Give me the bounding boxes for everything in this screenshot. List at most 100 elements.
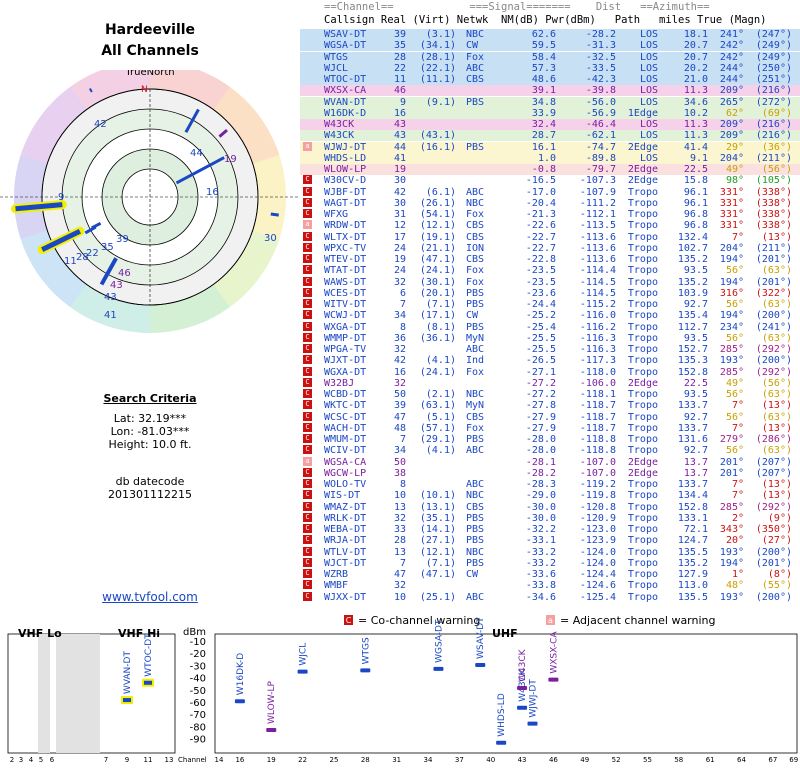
x-tick-label: 14 (215, 756, 224, 764)
cell-nm: -20.4 (525, 197, 556, 209)
cell-path: LOS (639, 74, 658, 85)
station-row[interactable]: C WJCT-DT 7 (7.1) PBS -33.2 -124.0 Tropo 135.2 19… (300, 557, 800, 569)
station-row[interactable]: W16DK-D 16 33.9 -56.9 1Edge 10.2 62° (69°) (300, 107, 800, 119)
co-channel-warning-icon: C (303, 434, 312, 443)
station-row[interactable]: C WTEV-DT 19 (47.1) CBS -22.8 -113.6 Tropo 135.2… (300, 254, 800, 265)
cell-tru: 7° (731, 231, 744, 243)
cell-virt: (4.1) (425, 355, 456, 367)
station-row[interactable]: WVAN-DT 9 (9.1) PBS 34.8 -56.0 LOS 34.6 265° (272… (300, 96, 800, 108)
station-row[interactable]: a WJWJ-DT 44 (16.1) PBS 16.1 -74.7 2Edge 41.4 29°… (300, 141, 800, 153)
station-row[interactable]: W43CK 43 (43.1) 28.7 -62.1 LOS 11.3 209° (216°) (300, 130, 800, 142)
station-row[interactable]: C WCES-DT 6 (20.1) PBS -23.6 -114.5 Tropo 103.9 3… (300, 287, 800, 299)
station-row[interactable]: C WMAZ-DT 13 (13.1) CBS -30.0 -120.8 Tropo 152.8… (300, 501, 800, 513)
x-tick-label: 46 (549, 756, 558, 764)
station-label: W43CK (518, 648, 528, 682)
station-row[interactable]: C WJXT-DT 42 (4.1) Ind -26.5 -117.3 Tropo 135.3 1… (300, 355, 800, 367)
cell-dist: 20.2 (683, 62, 708, 74)
station-row[interactable]: C WKTC-DT 39 (63.1) MyN -27.8 -118.7 Tropo 133.7… (300, 400, 800, 412)
station-row[interactable]: C WGXA-DT 16 (24.1) Fox -27.1 -118.0 Tropo 152.8… (300, 366, 800, 378)
station-row[interactable]: a WGSA-CA 50 -28.1 -107.0 2Edge 13.7 201° (207°) (300, 456, 800, 468)
station-row[interactable]: C WPGA-TV 32 ABC -25.5 -116.3 Tropo 152.7 285° (2… (300, 344, 800, 355)
station-row[interactable]: WGSA-DT 35 (34.1) CW 59.5 -31.3 LOS 20.7 242° (24… (300, 40, 800, 52)
cell-tru: 331° (719, 197, 744, 209)
cell-nm: -30.0 (525, 512, 556, 524)
station-row[interactable]: C WMBF 32 -33.8 -124.6 Tropo 113.0 48° (55°) (300, 580, 800, 592)
cell-dist: 135.3 (677, 355, 708, 367)
station-row[interactable]: WSAV-DT 39 (3.1) NBC 62.6 -28.2 LOS 18.1 241° (24… (300, 29, 800, 40)
station-row[interactable]: C WCSC-DT 47 (5.1) CBS -27.9 -118.7 Tropo 92.7 56… (300, 411, 800, 423)
cell-real: 17 (393, 231, 406, 243)
station-row[interactable]: C WRLK-DT 32 (35.1) PBS -30.0 -120.9 Tropo 133.1… (300, 512, 800, 524)
cell-path: LOS (639, 51, 658, 63)
cell-real: 48 (393, 422, 406, 434)
cell-virt: (14.1) (419, 524, 456, 535)
station-row[interactable]: WTOC-DT 11 (11.1) CBS 48.6 -42.3 LOS 21.0 244° (2… (300, 74, 800, 85)
station-row[interactable]: C WCIV-DT 34 (4.1) ABC -28.0 -118.8 Tropo 92.7 56… (300, 445, 800, 457)
station-row[interactable]: C WFXG 31 (54.1) Fox -21.3 -112.1 Tropo 96.8 331°… (300, 209, 800, 220)
cell-pwr: -113.6 (579, 254, 616, 265)
height-text: Height: 10.0 ft. (108, 438, 192, 451)
cell-nm: -28.1 (525, 456, 556, 468)
station-row[interactable]: C W32BJ 32 -27.2 -106.0 2Edge 22.5 49° (56°) (300, 377, 800, 389)
cell-dist: 133.7 (677, 422, 708, 434)
station-row[interactable]: WXSX-CA 46 39.1 -39.8 LOS 11.3 209° (216°) (300, 85, 800, 97)
station-row[interactable]: WHDS-LD 41 1.0 -89.8 LOS 9.1 204° (211°) (300, 152, 800, 164)
station-row[interactable]: C WTLV-DT 13 (12.1) NBC -33.2 -124.0 Tropo 135.5… (300, 546, 800, 558)
cell-dist: 102.7 (677, 242, 708, 254)
cell-nm: -28.2 (525, 467, 556, 479)
station-row[interactable]: C WZRB 47 (47.1) CW -33.6 -124.4 Tropo 127.9 1° (8… (300, 569, 800, 580)
x-tick-label: 22 (298, 756, 307, 764)
polar-channel-label: 39 (116, 234, 129, 245)
station-row[interactable]: C WIS-DT 10 (10.1) NBC -29.0 -119.8 Tropo 134.4 7… (300, 490, 800, 502)
station-row[interactable]: C WJXX-DT 10 (25.1) ABC -34.6 -125.4 Tropo 135.5… (300, 591, 800, 603)
cell-tru: 56° (725, 389, 744, 400)
cell-call: WCIV-DT (324, 445, 367, 457)
station-row[interactable]: C WPXC-TV 24 (21.1) ION -22.7 -113.6 Tropo 102.7… (300, 242, 800, 254)
cell-nm: 62.6 (531, 29, 556, 40)
station-row[interactable]: C WLTX-DT 17 (19.1) CBS -22.7 -113.6 Tropo 132.4… (300, 231, 800, 243)
cell-dist: 96.1 (683, 197, 708, 209)
cell-dist: 133.1 (677, 512, 708, 524)
cell-nm: -25.5 (525, 344, 556, 355)
cell-tru: 242° (719, 51, 744, 63)
cell-net: ABC (466, 344, 485, 355)
cell-net: PBS (466, 512, 485, 524)
cell-call: WMAZ-DT (324, 501, 367, 513)
cell-nm: -27.9 (525, 422, 556, 434)
station-row[interactable]: a WRDW-DT 12 (12.1) CBS -22.6 -113.5 Tropo 96.8 3… (300, 220, 800, 232)
station-row[interactable]: C WAGT-DT 30 (26.1) NBC -20.4 -111.2 Tropo 96.1 3… (300, 197, 800, 209)
station-row[interactable]: C WJBF-DT 42 (6.1) ABC -17.0 -107.9 Tropo 96.1 33… (300, 186, 800, 198)
tvfool-link[interactable]: www.tvfool.com (0, 590, 300, 604)
cell-real: 39 (393, 29, 406, 40)
station-row[interactable]: C WMUM-DT 7 (29.1) PBS -28.0 -118.8 Tropo 131.6 2… (300, 434, 800, 445)
station-row[interactable]: C W30CV-D 30 -16.5 -107.3 2Edge 15.8 98° (105°) (300, 175, 800, 187)
cell-pwr: -39.8 (585, 85, 616, 97)
station-row[interactable]: C WCWJ-DT 34 (17.1) CW -25.2 -116.0 Tropo 135.4 1… (300, 310, 800, 322)
station-row[interactable]: C WMMP-DT 36 (36.1) MyN -25.5 -116.3 Tropo 93.5 5… (300, 332, 800, 344)
station-row[interactable]: C WRJA-DT 28 (27.1) PBS -33.1 -123.9 Tropo 124.7… (300, 535, 800, 547)
cell-net: PBS (466, 96, 485, 108)
station-row[interactable]: C WGCW-LP 38 -28.2 -107.0 2Edge 13.7 201° (207°) (300, 467, 800, 479)
station-row[interactable]: C WAWS-DT 32 (30.1) Fox -23.5 -114.5 Tropo 135.2… (300, 276, 800, 288)
station-row[interactable]: WLOW-LP 19 -0.8 -79.7 2Edge 22.5 49° (56°) (300, 164, 800, 175)
station-row[interactable]: C WACH-DT 48 (57.1) Fox -27.9 -118.7 Tropo 133.7… (300, 422, 800, 434)
station-row[interactable]: C WEBA-DT 33 (14.1) PBS -32.2 -123.0 Tropo 72.1 3… (300, 524, 800, 535)
cell-call: WPGA-TV (324, 344, 367, 355)
cell-mag: (216°) (755, 85, 792, 97)
station-row[interactable]: C WOLO-TV 8 ABC -28.3 -119.2 Tropo 133.7 7° (13°) (300, 479, 800, 490)
cell-tru: 20° (725, 535, 744, 547)
cell-net: Fox (466, 265, 485, 277)
cell-tru: 209° (719, 130, 744, 142)
station-row[interactable]: WTGS 28 (28.1) Fox 58.4 -32.5 LOS 20.7 242° (249°… (300, 51, 800, 63)
cell-tru: 7° (731, 400, 744, 412)
cell-mag: (63°) (761, 265, 792, 277)
station-row[interactable]: C WTAT-DT 24 (24.1) Fox -23.5 -114.4 Tropo 93.5 5… (300, 265, 800, 277)
cell-dist: 124.7 (677, 535, 708, 547)
cell-virt: (21.1) (419, 242, 456, 254)
station-row[interactable]: C WCBD-DT 50 (2.1) NBC -27.2 -118.1 Tropo 93.5 56… (300, 389, 800, 400)
station-row[interactable]: WJCL 22 (22.1) ABC 57.3 -33.5 LOS 20.2 244° (250°… (300, 62, 800, 74)
station-row[interactable]: C WITV-DT 7 (7.1) PBS -24.4 -115.2 Tropo 92.7 56°… (300, 299, 800, 310)
cell-path: 2Edge (627, 377, 658, 389)
station-row[interactable]: W43CK 43 32.4 -46.4 LOS 11.3 209° (216°) (300, 119, 800, 130)
station-row[interactable]: C WXGA-DT 8 (8.1) PBS -25.4 -116.2 Tropo 112.7 23… (300, 321, 800, 333)
